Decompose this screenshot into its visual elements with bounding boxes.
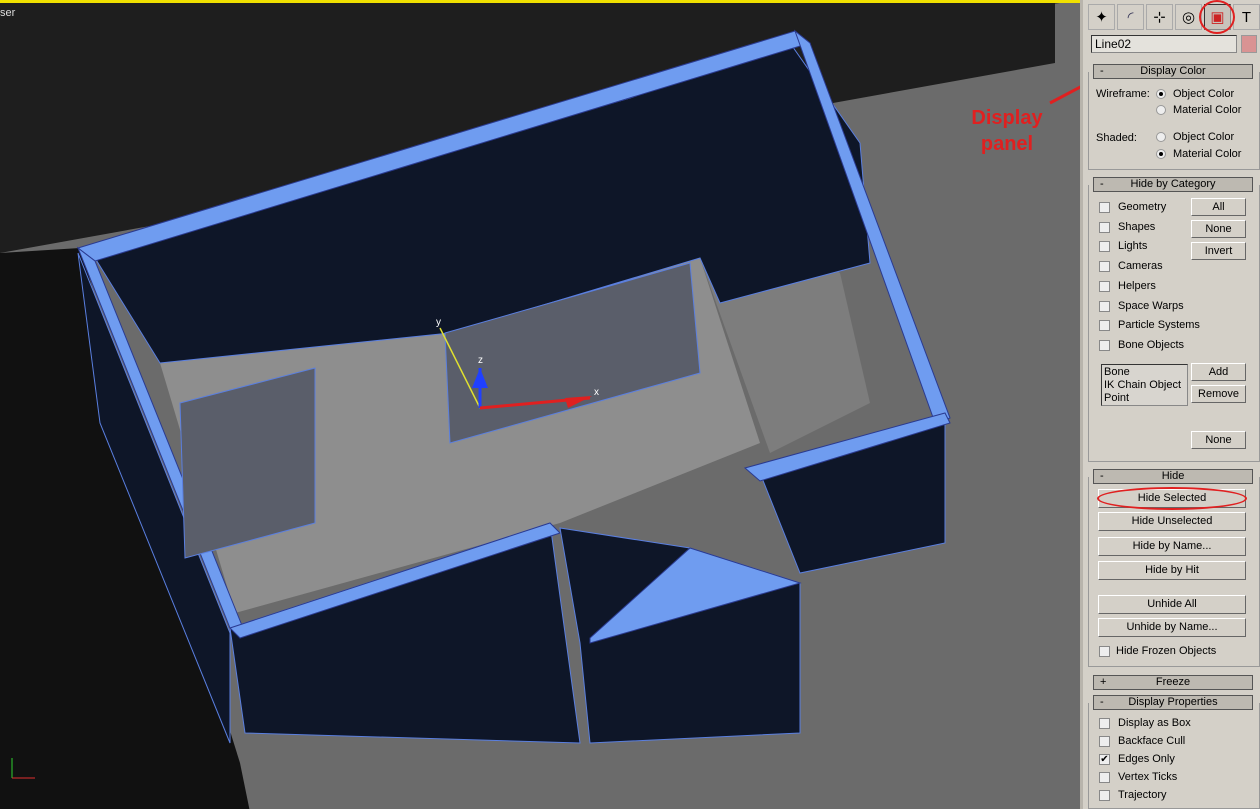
- display-property-label: Vertex Ticks: [1118, 771, 1178, 783]
- display-property-checkbox[interactable]: ✔: [1099, 754, 1110, 765]
- wireframe-material-color-radio[interactable]: [1156, 105, 1166, 115]
- display-properties-rollout[interactable]: - Display Properties: [1093, 695, 1253, 710]
- shaded-material-color-label: Material Color: [1173, 148, 1242, 160]
- category-label: Geometry: [1118, 201, 1167, 213]
- category-checkbox[interactable]: [1099, 300, 1110, 312]
- remove-button[interactable]: Remove: [1191, 385, 1246, 403]
- hide-rollout[interactable]: - Hide: [1093, 469, 1253, 484]
- none-button[interactable]: None: [1191, 220, 1246, 238]
- shaded-object-color-label: Object Color: [1173, 131, 1235, 143]
- hide-by-category-rollout[interactable]: - Hide by Category: [1093, 177, 1253, 192]
- invert-button[interactable]: Invert: [1191, 242, 1246, 260]
- shaded-object-color-radio[interactable]: [1156, 132, 1166, 142]
- modify-icon: ◜: [1127, 9, 1134, 26]
- modify-tab[interactable]: ◜: [1117, 4, 1144, 30]
- category-label: Lights: [1118, 240, 1148, 253]
- none-list-button[interactable]: None: [1191, 431, 1246, 449]
- gizmo-x-label: x: [594, 387, 599, 398]
- freeze-rollout[interactable]: + Freeze: [1093, 675, 1253, 690]
- create-icon: ✦: [1095, 9, 1108, 26]
- display-property-label: Backface Cull: [1118, 735, 1186, 747]
- category-label: Particle Systems: [1118, 319, 1200, 332]
- hierarchy-tab[interactable]: ⊹: [1146, 4, 1173, 30]
- gizmo-z-label: z: [478, 355, 483, 366]
- category-checkbox[interactable]: [1099, 280, 1110, 292]
- category-checkbox[interactable]: [1099, 339, 1110, 351]
- display-property-label: Trajectory: [1118, 789, 1167, 801]
- display-property-label: Edges Only: [1118, 753, 1175, 765]
- category-listbox[interactable]: Bone IK Chain Object Point: [1101, 364, 1188, 406]
- annotation-text: Display panel: [971, 107, 1043, 155]
- category-label: Space Warps: [1118, 299, 1184, 312]
- hide-selected-highlight: [1097, 487, 1247, 510]
- category-checkbox[interactable]: [1099, 261, 1110, 273]
- display-property-checkbox[interactable]: [1099, 736, 1110, 747]
- hide-by-name-button[interactable]: Hide by Name...: [1098, 537, 1246, 556]
- object-name-field[interactable]: Line02: [1091, 35, 1237, 53]
- display-property-checkbox[interactable]: [1099, 718, 1110, 729]
- category-checkbox[interactable]: [1099, 221, 1110, 233]
- unhide-all-button[interactable]: Unhide All: [1098, 595, 1246, 614]
- shaded-material-color-radio[interactable]: [1156, 149, 1166, 159]
- category-checkbox[interactable]: [1099, 241, 1110, 253]
- display-property-checkbox[interactable]: [1099, 772, 1110, 783]
- object-color-swatch[interactable]: [1241, 35, 1257, 53]
- wireframe-object-color-radio[interactable]: [1156, 89, 1166, 99]
- list-item[interactable]: IK Chain Object: [1104, 379, 1185, 392]
- motion-icon: ◎: [1181, 9, 1196, 26]
- unhide-by-name-button[interactable]: Unhide by Name...: [1098, 618, 1246, 637]
- motion-tab[interactable]: ◎: [1175, 4, 1202, 30]
- hammer-icon: T: [1241, 8, 1252, 26]
- list-item[interactable]: Point: [1104, 392, 1185, 405]
- scene-render: z y x: [0, 3, 1080, 809]
- all-button[interactable]: All: [1191, 198, 1246, 216]
- shaded-label: Shaded:: [1096, 132, 1137, 144]
- wireframe-material-color-label: Material Color: [1173, 104, 1242, 116]
- category-label: Cameras: [1118, 260, 1163, 273]
- category-label: Bone Objects: [1118, 338, 1185, 351]
- display-color-rollout[interactable]: - Display Color: [1093, 64, 1253, 79]
- list-item[interactable]: Bone: [1104, 366, 1185, 379]
- category-label: Helpers: [1118, 279, 1156, 292]
- category-checkbox[interactable]: [1099, 320, 1110, 332]
- hide-by-hit-button[interactable]: Hide by Hit: [1098, 561, 1246, 580]
- wireframe-object-color-label: Object Color: [1173, 88, 1235, 100]
- display-property-label: Display as Box: [1118, 717, 1191, 729]
- add-button[interactable]: Add: [1191, 363, 1246, 381]
- wireframe-label: Wireframe:: [1096, 88, 1150, 100]
- category-label: Shapes: [1118, 220, 1156, 233]
- command-panel: ✦ ◜ ⊹ ◎ ▣ T Line02 - Display Color Wirefr…: [1080, 0, 1260, 809]
- hide-unselected-button[interactable]: Hide Unselected: [1098, 512, 1246, 531]
- gizmo-y-label: y: [436, 317, 441, 328]
- display-property-checkbox[interactable]: [1099, 790, 1110, 801]
- hierarchy-icon: ⊹: [1153, 9, 1166, 26]
- utilities-tab[interactable]: T: [1233, 4, 1260, 30]
- create-tab[interactable]: ✦: [1088, 4, 1115, 30]
- display-tab-highlight-circle: [1199, 0, 1235, 34]
- perspective-viewport[interactable]: z y x ser Display panel: [0, 0, 1080, 809]
- category-checkbox[interactable]: [1099, 202, 1110, 213]
- viewport-label[interactable]: ser: [0, 7, 15, 19]
- hide-frozen-checkbox[interactable]: [1099, 646, 1110, 657]
- hide-frozen-label: Hide Frozen Objects: [1116, 645, 1217, 657]
